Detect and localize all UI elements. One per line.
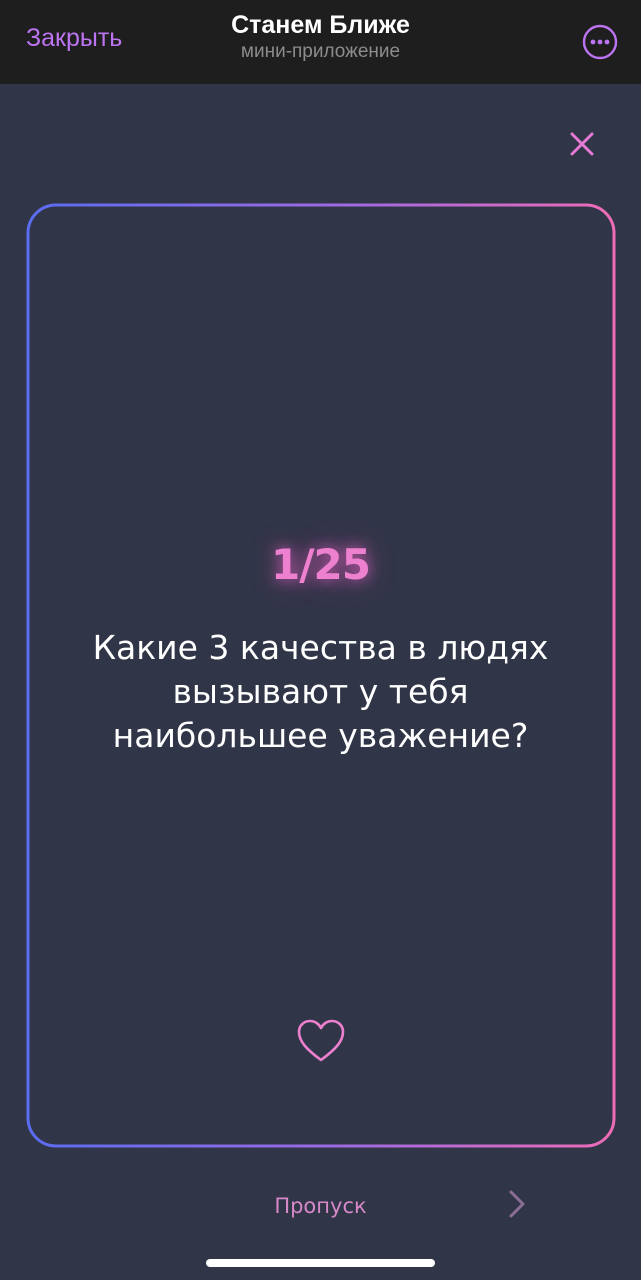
- app-title: Станем Ближе: [231, 11, 410, 39]
- close-card-x-icon[interactable]: [566, 128, 598, 160]
- heart-icon[interactable]: [296, 1018, 346, 1064]
- question-text: Какие 3 качества в людях вызывают у тебя…: [92, 628, 549, 755]
- top-bar: Закрыть Станем Ближе мини-приложение: [0, 0, 641, 84]
- more-options-icon[interactable]: [582, 24, 618, 60]
- home-indicator[interactable]: [206, 1259, 435, 1267]
- question-counter: 1/25: [270, 540, 371, 589]
- chevron-right-icon[interactable]: [506, 1188, 528, 1220]
- skip-button[interactable]: Пропуск: [0, 1194, 641, 1218]
- title-block: Станем Ближе мини-приложение: [0, 10, 641, 64]
- app-subtitle: мини-приложение: [240, 41, 401, 62]
